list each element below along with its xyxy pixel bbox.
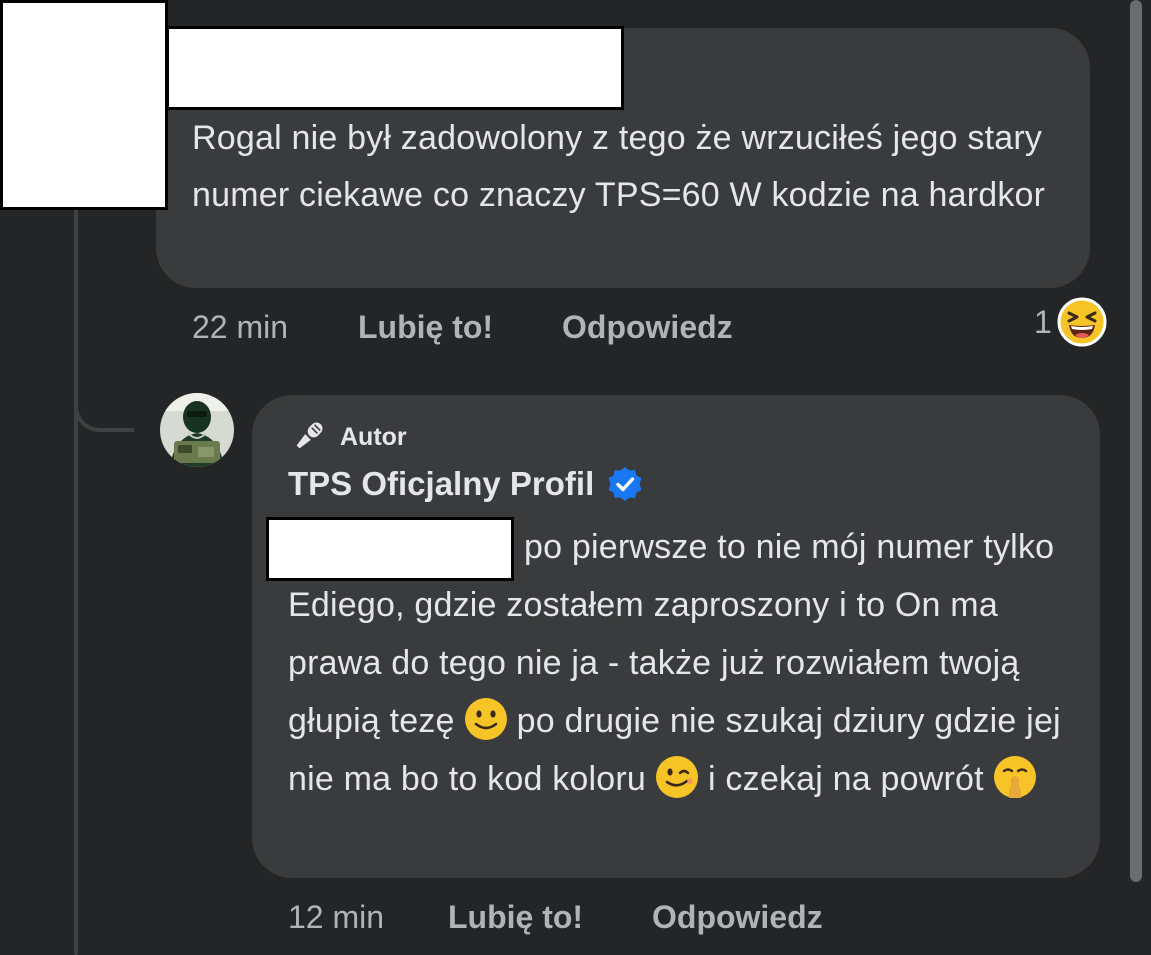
author-name[interactable]: TPS Oficjalny Profil (288, 465, 594, 503)
comment-text: Rogal nie był zadowolony z tego że wrzuc… (192, 119, 1046, 214)
reaction-count: 1 (1034, 303, 1052, 340)
reply-bubble[interactable]: Autor TPS Oficjalny Profil po pierwsze t… (252, 395, 1100, 878)
reaction-summary[interactable]: 1 (1034, 296, 1108, 348)
microphone-icon (296, 422, 323, 449)
thread-connector (74, 360, 134, 432)
winking-face-icon (656, 756, 699, 798)
scrollbar[interactable] (1130, 0, 1142, 882)
author-name-row: TPS Oficjalny Profil (288, 465, 644, 503)
redacted-avatar (0, 0, 168, 210)
redacted-commenter-name (166, 26, 624, 110)
verified-badge-icon (608, 467, 642, 501)
comment-timestamp[interactable]: 22 min (192, 309, 358, 346)
author-badge: Autor (288, 417, 407, 457)
shushing-face-icon (993, 756, 1036, 798)
like-button[interactable]: Lubię to! (358, 309, 562, 346)
laughing-emoji-icon (1057, 297, 1107, 347)
slightly-smiling-face-icon (464, 698, 507, 740)
reply-reply-button[interactable]: Odpowiedz (652, 899, 823, 936)
comment-meta: 22 min Lubię to! Odpowiedz (192, 306, 733, 348)
reply-text-part-3: i czekaj na powrót (708, 760, 984, 798)
avatar-image (160, 393, 234, 467)
author-avatar[interactable] (160, 393, 234, 467)
author-badge-label: Autor (340, 422, 407, 451)
comment-thread: Rogal nie był zadowolony z tego że wrzuc… (0, 0, 1151, 955)
reply-button[interactable]: Odpowiedz (562, 309, 733, 346)
reply-timestamp[interactable]: 12 min (288, 899, 448, 936)
redacted-mention (266, 517, 514, 581)
reply-meta: 12 min Lubię to! Odpowiedz (288, 896, 823, 938)
reply-like-button[interactable]: Lubię to! (448, 899, 652, 936)
